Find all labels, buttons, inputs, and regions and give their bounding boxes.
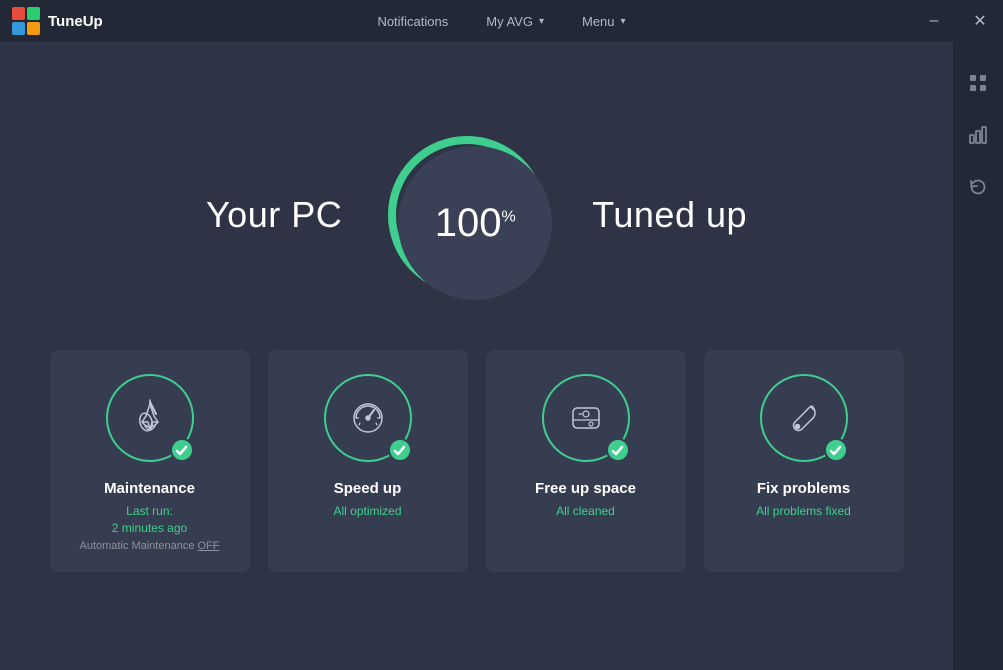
- main-content: Your PC 100% Tuned up: [0, 42, 953, 670]
- my-avg-nav[interactable]: My AVG ▾: [482, 0, 548, 42]
- freespace-icon: [564, 396, 608, 440]
- maintenance-icon-ring: [106, 374, 194, 462]
- speedup-check-badge: [388, 438, 412, 462]
- sidebar: [953, 42, 1003, 670]
- maintenance-check-badge: [170, 438, 194, 462]
- refresh-icon: [968, 177, 988, 197]
- sidebar-stats-button[interactable]: [957, 114, 999, 156]
- maintenance-title: Maintenance: [104, 480, 195, 497]
- freespace-check-badge: [606, 438, 630, 462]
- freespace-status: All cleaned: [556, 503, 615, 520]
- titlebar-left: TuneUp: [12, 7, 103, 35]
- fixproblems-icon-ring: [760, 374, 848, 462]
- minimize-button[interactable]: –: [911, 0, 957, 42]
- freespace-card[interactable]: Free up space All cleaned: [486, 350, 686, 572]
- circle-inner: 100%: [398, 146, 552, 300]
- my-avg-chevron-icon: ▾: [539, 16, 544, 27]
- fixproblems-icon: [782, 396, 826, 440]
- speedup-status: All optimized: [333, 503, 401, 520]
- fixproblems-check-badge: [824, 438, 848, 462]
- percent-value: 100%: [435, 203, 516, 243]
- speedup-icon-ring: [324, 374, 412, 462]
- titlebar-nav: Notifications My AVG ▾ Menu ▾: [373, 0, 629, 42]
- feature-cards: Maintenance Last run: 2 minutes ago Auto…: [40, 350, 913, 572]
- speedup-title: Speed up: [334, 480, 402, 497]
- maintenance-status: Last run: 2 minutes ago: [112, 503, 187, 537]
- apps-icon: [968, 73, 988, 93]
- notifications-nav[interactable]: Notifications: [373, 0, 452, 42]
- window-controls: – ✕: [911, 0, 1003, 42]
- auto-maintenance-toggle[interactable]: OFF: [198, 540, 220, 552]
- hero-right-text: Tuned up: [592, 194, 747, 236]
- fixproblems-status: All problems fixed: [756, 503, 851, 520]
- maintenance-extra: Automatic Maintenance OFF: [79, 540, 219, 552]
- fixproblems-title: Fix problems: [757, 480, 850, 497]
- maintenance-card[interactable]: Maintenance Last run: 2 minutes ago Auto…: [50, 350, 250, 572]
- titlebar: TuneUp Notifications My AVG ▾ Menu ▾ – ✕: [0, 0, 1003, 42]
- menu-chevron-icon: ▾: [621, 16, 626, 27]
- close-button[interactable]: ✕: [957, 0, 1003, 42]
- fixproblems-card[interactable]: Fix problems All problems fixed: [704, 350, 904, 572]
- freespace-title: Free up space: [535, 480, 636, 497]
- sidebar-apps-button[interactable]: [957, 62, 999, 104]
- menu-nav[interactable]: Menu ▾: [578, 0, 630, 42]
- app-title: TuneUp: [48, 13, 103, 30]
- freespace-icon-ring: [542, 374, 630, 462]
- speedup-card[interactable]: Speed up All optimized: [268, 350, 468, 572]
- stats-icon: [968, 125, 988, 145]
- hero-left-text: Your PC: [206, 194, 342, 236]
- maintenance-icon: [128, 396, 172, 440]
- avg-logo-icon: [12, 7, 40, 35]
- progress-circle: 100%: [382, 130, 552, 300]
- sidebar-refresh-button[interactable]: [957, 166, 999, 208]
- speedup-icon: [346, 396, 390, 440]
- hero-section: Your PC 100% Tuned up: [206, 130, 747, 300]
